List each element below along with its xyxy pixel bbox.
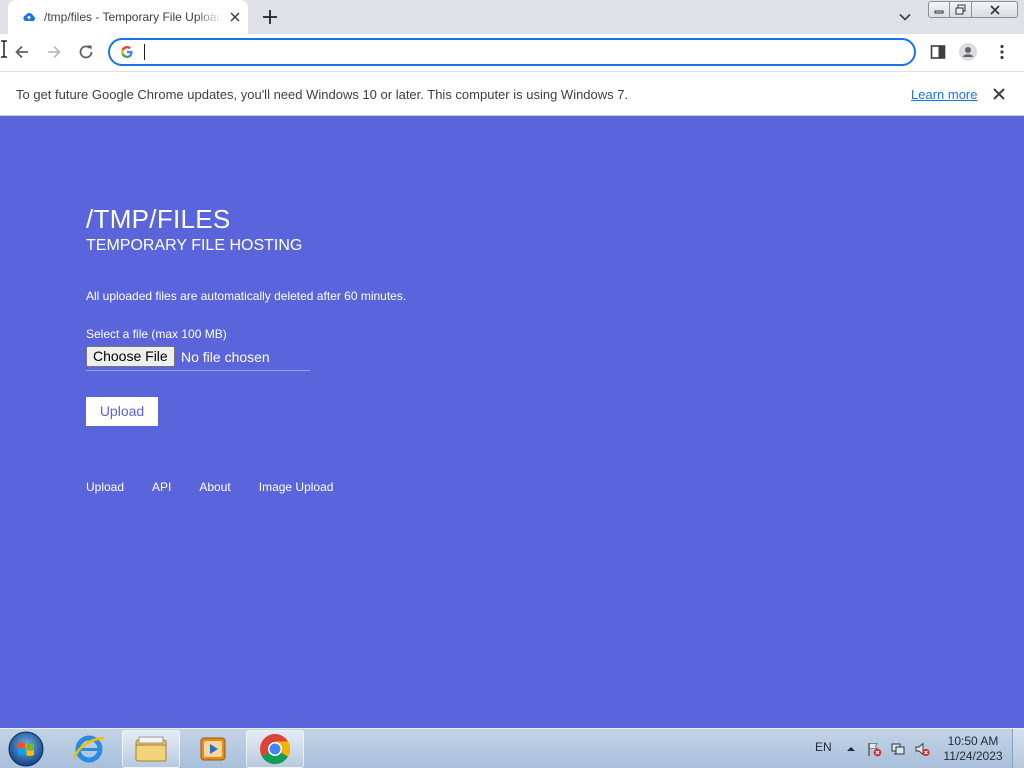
windows-taskbar: EN 10:50 AM 11/24/2023 bbox=[0, 728, 1024, 768]
update-infobar: To get future Google Chrome updates, you… bbox=[0, 71, 1024, 116]
show-hidden-icons-icon[interactable] bbox=[843, 741, 859, 757]
system-clock[interactable]: 10:50 AM 11/24/2023 bbox=[940, 734, 1006, 764]
clock-date: 11/24/2023 bbox=[943, 749, 1003, 763]
taskbar-explorer[interactable] bbox=[122, 730, 180, 768]
infobar-message: To get future Google Chrome updates, you… bbox=[16, 87, 629, 102]
tab-search-chevron-icon[interactable] bbox=[896, 8, 914, 26]
show-desktop-button[interactable] bbox=[1012, 729, 1024, 768]
infobar-close-icon[interactable] bbox=[992, 87, 1006, 101]
file-input-label: Select a file (max 100 MB) bbox=[86, 327, 227, 341]
browser-toolbar bbox=[0, 34, 1024, 71]
page-subtitle: TEMPORARY FILE HOSTING bbox=[86, 237, 303, 254]
footer-link-image-upload[interactable]: Image Upload bbox=[259, 480, 334, 494]
learn-more-link[interactable]: Learn more bbox=[911, 87, 977, 102]
google-g-icon bbox=[121, 45, 133, 58]
minimize-button[interactable] bbox=[928, 1, 950, 18]
taskbar-chrome[interactable] bbox=[246, 730, 304, 768]
new-tab-icon[interactable] bbox=[258, 6, 282, 28]
volume-muted-icon[interactable] bbox=[914, 741, 930, 757]
window-controls bbox=[928, 1, 1020, 18]
restore-button[interactable] bbox=[950, 1, 972, 18]
footer-link-api[interactable]: API bbox=[152, 480, 171, 494]
taskbar-media-player[interactable] bbox=[184, 730, 242, 768]
page-title: /TMP/FILES bbox=[86, 204, 231, 234]
page-content: /TMP/FILES TEMPORARY FILE HOSTING All up… bbox=[0, 116, 1024, 728]
upload-button[interactable]: Upload bbox=[86, 397, 158, 426]
back-arrow-icon[interactable] bbox=[12, 42, 32, 62]
tab-close-icon[interactable] bbox=[228, 10, 242, 24]
browser-titlebar: /tmp/files - Temporary File Upload bbox=[0, 0, 1024, 34]
cloud-upload-icon bbox=[23, 13, 35, 21]
forward-arrow-icon[interactable] bbox=[44, 42, 64, 62]
choose-file-button[interactable]: Choose File bbox=[86, 346, 175, 367]
address-bar[interactable] bbox=[108, 38, 916, 66]
chrome-icon bbox=[260, 734, 291, 765]
tab-title: /tmp/files - Temporary File Upload bbox=[44, 10, 222, 24]
media-player-icon bbox=[200, 737, 226, 761]
close-window-button[interactable] bbox=[972, 1, 1018, 18]
folder-icon bbox=[135, 736, 167, 762]
windows-start-orb-icon[interactable] bbox=[6, 730, 46, 768]
footer-link-upload[interactable]: Upload bbox=[86, 480, 124, 494]
reload-icon[interactable] bbox=[76, 42, 96, 62]
text-caret bbox=[144, 44, 145, 60]
file-input[interactable]: Choose File No file chosen bbox=[86, 345, 310, 371]
footer-link-about[interactable]: About bbox=[199, 480, 230, 494]
address-input[interactable] bbox=[142, 42, 902, 62]
minimize-icon bbox=[934, 10, 944, 13]
side-panel-icon[interactable] bbox=[928, 42, 948, 62]
internet-explorer-icon bbox=[72, 735, 105, 763]
kebab-menu-icon[interactable] bbox=[992, 42, 1012, 62]
action-center-flag-icon[interactable] bbox=[866, 741, 882, 757]
profile-avatar-icon[interactable] bbox=[958, 42, 978, 62]
taskbar-internet-explorer[interactable] bbox=[60, 730, 118, 768]
retention-notice: All uploaded files are automatically del… bbox=[86, 289, 407, 303]
clock-time: 10:50 AM bbox=[947, 734, 999, 748]
i-beam-cursor-icon bbox=[1, 40, 7, 58]
close-icon bbox=[989, 4, 1000, 15]
file-status-text: No file chosen bbox=[181, 349, 270, 365]
footer-nav: Upload API About Image Upload bbox=[86, 480, 361, 494]
language-indicator[interactable]: EN bbox=[815, 740, 832, 754]
restore-icon bbox=[955, 4, 965, 15]
network-icon[interactable] bbox=[890, 741, 906, 757]
browser-tab[interactable]: /tmp/files - Temporary File Upload bbox=[8, 0, 248, 34]
